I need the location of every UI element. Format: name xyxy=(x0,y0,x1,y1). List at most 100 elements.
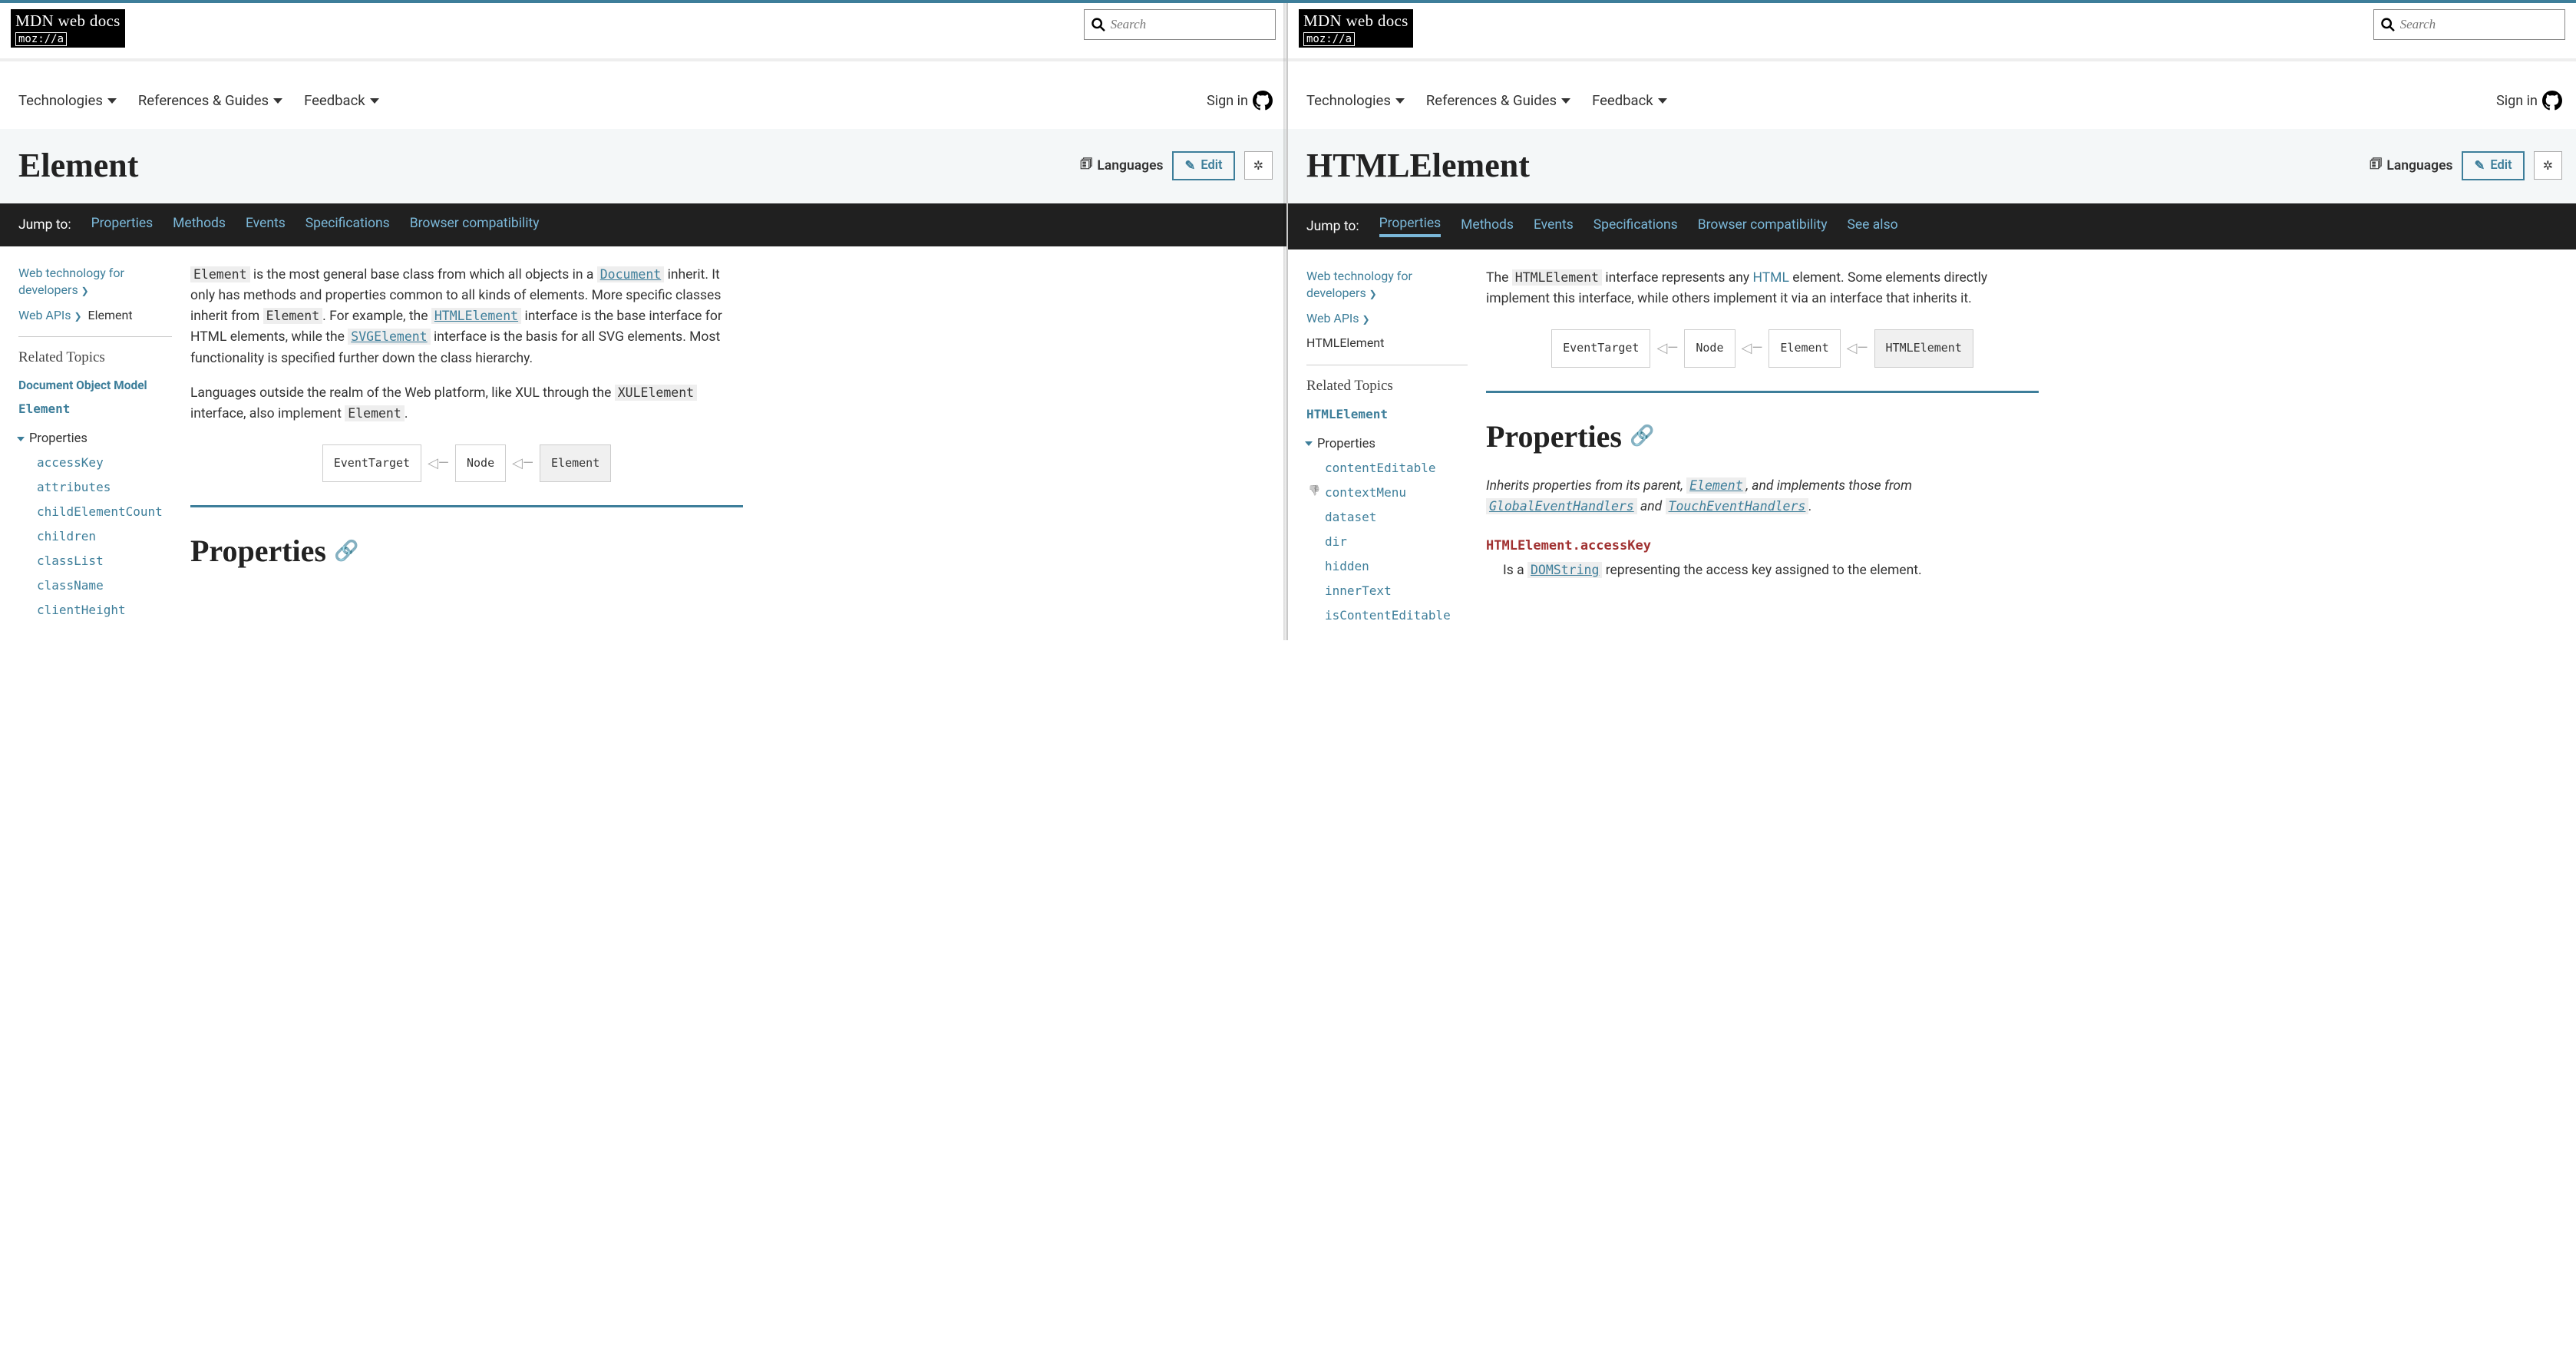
edit-button[interactable]: ✎Edit xyxy=(2462,151,2524,180)
jump-events[interactable]: Events xyxy=(246,216,286,234)
jump-specifications[interactable]: Specifications xyxy=(305,216,390,234)
jump-label: Jump to: xyxy=(1306,219,1359,234)
breadcrumb[interactable]: Web APIs ❯ xyxy=(1306,310,1468,327)
sidebar-prop[interactable]: dataset xyxy=(1325,510,1468,524)
edit-button[interactable]: ✎Edit xyxy=(1172,151,1234,180)
jump-methods[interactable]: Methods xyxy=(1461,217,1514,236)
sidebar-prop-deprecated[interactable]: contextMenu xyxy=(1325,485,1468,500)
signin-link[interactable]: Sign in xyxy=(2496,91,2562,111)
pencil-icon: ✎ xyxy=(1184,158,1195,173)
jump-properties[interactable]: Properties xyxy=(1379,216,1442,237)
chain-box[interactable]: Element xyxy=(1769,329,1840,367)
properties-heading: Properties🔗 xyxy=(1486,413,2039,461)
topic-link[interactable]: Document Object Model xyxy=(18,378,172,392)
jump-seealso[interactable]: See also xyxy=(1848,217,1898,236)
properties-toggle[interactable]: Properties xyxy=(18,431,172,446)
languages-button[interactable]: 🗊Languages xyxy=(2370,154,2452,177)
page-title: Element xyxy=(18,146,138,185)
search-icon xyxy=(2380,16,2396,33)
arrow-left-icon: ◁— xyxy=(428,453,449,474)
geh-link[interactable]: GlobalEventHandlers xyxy=(1486,498,1637,514)
sidebar-prop[interactable]: attributes xyxy=(37,480,172,494)
htmlelement-link[interactable]: HTMLElement xyxy=(431,308,521,324)
breadcrumb-current: HTMLElement xyxy=(1306,335,1468,352)
sidebar-prop[interactable]: contentEditable xyxy=(1325,461,1468,475)
link-icon[interactable]: 🔗 xyxy=(334,536,358,567)
search-input[interactable] xyxy=(2400,17,2558,32)
gear-icon: ✲ xyxy=(1253,158,1263,173)
element-link[interactable]: Element xyxy=(1686,477,1746,494)
search-icon xyxy=(1091,16,1106,33)
chain-box[interactable]: EventTarget xyxy=(322,444,421,482)
sidebar-prop[interactable]: hidden xyxy=(1325,559,1468,573)
domstring-link[interactable]: DOMString xyxy=(1527,562,1602,578)
properties-toggle[interactable]: Properties xyxy=(1306,437,1468,451)
chain-box-current: Element xyxy=(540,444,611,482)
breadcrumb[interactable]: Web technology for developers ❯ xyxy=(18,265,172,299)
chain-box[interactable]: Node xyxy=(455,444,506,482)
jump-events[interactable]: Events xyxy=(1534,217,1574,236)
chain-box[interactable]: Node xyxy=(1684,329,1735,367)
mdn-logo[interactable]: MDN web docs moz://a xyxy=(1299,9,1413,48)
teh-link[interactable]: TouchEventHandlers xyxy=(1666,498,1809,514)
doc-link[interactable]: Document xyxy=(597,266,664,282)
sidebar-prop[interactable]: accessKey xyxy=(37,455,172,470)
intro-paragraph: The HTMLElement interface represents any… xyxy=(1486,268,2039,309)
chain-box[interactable]: EventTarget xyxy=(1551,329,1650,367)
arrow-left-icon: ◁— xyxy=(1847,338,1868,359)
translate-icon: 🗊 xyxy=(1080,154,1092,177)
jump-specifications[interactable]: Specifications xyxy=(1593,217,1678,236)
jump-properties[interactable]: Properties xyxy=(91,216,154,234)
svgelement-link[interactable]: SVGElement xyxy=(348,329,430,345)
intro-paragraph: Element is the most general base class f… xyxy=(190,265,743,369)
jump-methods[interactable]: Methods xyxy=(173,216,226,234)
sidebar-prop[interactable]: classList xyxy=(37,553,172,568)
settings-button[interactable]: ✲ xyxy=(1244,151,1273,180)
sidebar-prop[interactable]: clientHeight xyxy=(37,603,172,617)
sidebar-prop[interactable]: isContentEditable xyxy=(1325,608,1468,623)
mdn-logo[interactable]: MDN web docs moz://a xyxy=(11,9,125,48)
html-link[interactable]: HTML xyxy=(1753,270,1789,286)
sidebar-prop[interactable]: innerText xyxy=(1325,583,1468,598)
breadcrumb[interactable]: Web APIs ❯ Element xyxy=(18,307,172,324)
signin-link[interactable]: Sign in xyxy=(1207,91,1273,111)
topic-link[interactable]: Element xyxy=(18,401,172,416)
arrow-left-icon: ◁— xyxy=(1656,338,1678,359)
nav-feedback[interactable]: Feedback xyxy=(304,92,379,109)
caret-icon xyxy=(1658,98,1667,104)
prop-term[interactable]: HTMLElement.accessKey xyxy=(1486,536,2039,556)
sidebar-prop[interactable]: dir xyxy=(1325,534,1468,549)
sidebar-prop[interactable]: className xyxy=(37,578,172,593)
pencil-icon: ✎ xyxy=(2474,158,2485,173)
sidebar-prop[interactable]: children xyxy=(37,529,172,543)
search-box[interactable] xyxy=(2373,9,2565,40)
nav-technologies[interactable]: Technologies xyxy=(1306,92,1405,109)
breadcrumb[interactable]: Web technology for developers ❯ xyxy=(1306,268,1468,302)
sidebar-prop[interactable]: childElementCount xyxy=(37,504,172,519)
nav-technologies[interactable]: Technologies xyxy=(18,92,117,109)
triangle-down-icon xyxy=(17,437,25,441)
settings-button[interactable]: ✲ xyxy=(2534,151,2562,180)
logo-main-text: MDN web docs xyxy=(15,12,121,31)
topic-link[interactable]: HTMLElement xyxy=(1306,407,1468,421)
chevron-right-icon: ❯ xyxy=(1362,314,1370,325)
jump-bar: Jump to: Properties Methods Events Speci… xyxy=(0,203,1286,246)
translate-icon: 🗊 xyxy=(2370,154,2382,177)
search-input[interactable] xyxy=(1111,17,1269,32)
related-topics-heading: Related Topics xyxy=(1306,378,1468,395)
caret-icon xyxy=(370,98,379,104)
languages-button[interactable]: 🗊Languages xyxy=(1080,154,1163,177)
nav-references[interactable]: References & Guides xyxy=(138,92,282,109)
caret-icon xyxy=(107,98,117,104)
jump-compat[interactable]: Browser compatibility xyxy=(410,216,540,234)
jump-compat[interactable]: Browser compatibility xyxy=(1698,217,1828,236)
properties-heading: Properties🔗 xyxy=(190,527,743,575)
nav-feedback[interactable]: Feedback xyxy=(1592,92,1667,109)
caret-icon xyxy=(1561,98,1570,104)
logo-sub-text: moz://a xyxy=(1303,32,1355,46)
github-icon xyxy=(2542,91,2562,111)
link-icon[interactable]: 🔗 xyxy=(1630,421,1654,451)
nav-references[interactable]: References & Guides xyxy=(1426,92,1570,109)
search-box[interactable] xyxy=(1084,9,1276,40)
prop-def: Is a DOMString representing the access k… xyxy=(1503,560,2039,581)
